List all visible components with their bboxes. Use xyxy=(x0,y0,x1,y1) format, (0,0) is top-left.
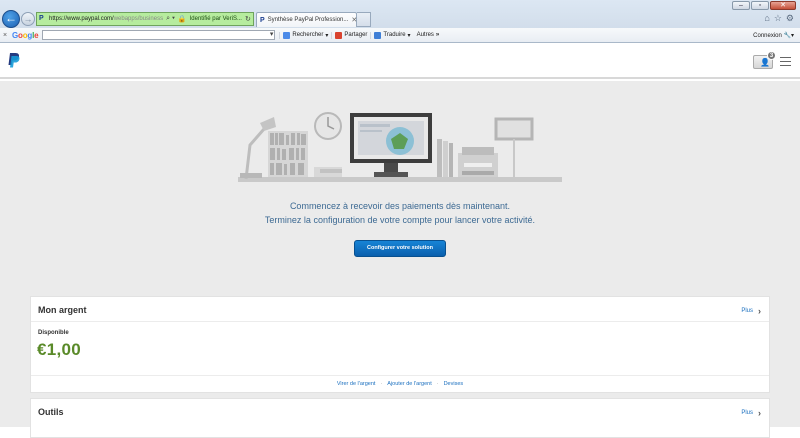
share-icon xyxy=(335,31,343,39)
autres-button[interactable]: Autres» xyxy=(414,32,443,38)
minimize-icon[interactable]: – xyxy=(732,1,750,10)
balance-amount: €1,00 xyxy=(37,340,82,359)
paypal-header: 👤 3 xyxy=(0,43,800,79)
partager-button[interactable]: Partager xyxy=(331,31,370,39)
tools-card: Outils Plus › xyxy=(30,398,770,438)
search-icon xyxy=(283,31,291,39)
onboarding-hero: Commencez à recevoir des paiements dès m… xyxy=(0,81,800,292)
my-money-card: Mon argent Plus › Disponible €1,00 Virer … xyxy=(30,296,770,393)
rechercher-label: Rechercher xyxy=(292,32,324,38)
browser-chrome: – ▫ ✕ ← → P https://www.paypal.com/webap… xyxy=(0,0,800,43)
new-tab-button[interactable] xyxy=(357,12,371,27)
paypal-logo[interactable] xyxy=(7,53,20,68)
rechercher-button[interactable]: Rechercher ▾ xyxy=(279,31,331,39)
autres-label: Autres xyxy=(416,32,434,38)
my-money-title: Mon argent xyxy=(38,305,87,315)
star-icon[interactable]: ☆ xyxy=(774,13,782,24)
address-url: https://www.paypal.com/webapps/business xyxy=(49,16,163,22)
notification-badge: 3 xyxy=(767,51,776,60)
back-button[interactable]: ← xyxy=(2,10,20,28)
office-illustration xyxy=(238,112,562,182)
home-icon[interactable]: ⌂ xyxy=(764,13,769,24)
address-bar[interactable]: P https://www.paypal.com/webapps/busines… xyxy=(36,12,254,26)
partager-label: Partager xyxy=(344,32,368,38)
address-url-main: https://www.paypal.com/ xyxy=(49,16,114,22)
refresh-icon[interactable]: ↻ xyxy=(245,15,251,23)
more-label: Plus xyxy=(741,308,753,314)
chevron-right-icon: › xyxy=(758,408,761,418)
gear-icon[interactable]: ⚙ xyxy=(786,13,794,24)
wrench-icon[interactable]: 🔧▾ xyxy=(784,33,794,39)
hero-headline: Commencez à recevoir des paiements dès m… xyxy=(289,201,511,211)
money-links: Virer de l'argent · Ajouter de l'argent · De… xyxy=(336,381,464,387)
forward-button[interactable]: → xyxy=(21,12,35,26)
close-icon[interactable]: ✕ xyxy=(770,1,796,10)
browser-right-icons: ⌂ ☆ ⚙ xyxy=(764,13,794,24)
traduire-label: Traduire xyxy=(383,32,406,38)
hero-subline: Terminez la configuration de votre compt… xyxy=(264,215,536,225)
google-search-input[interactable] xyxy=(42,30,276,40)
window-controls: – ▫ ✕ xyxy=(732,1,796,10)
available-label: Disponible xyxy=(38,330,69,336)
translate-icon xyxy=(374,31,382,39)
lock-icon[interactable]: 🔒 xyxy=(178,15,187,23)
transfer-money-link[interactable]: Virer de l'argent xyxy=(337,381,376,387)
connexion-link[interactable]: Connexion 🔧▾ xyxy=(753,32,794,39)
certificate-label[interactable]: Identifié par VeriS... xyxy=(190,16,242,22)
google-toolbar: × Google Rechercher▾ Partager Traduire▾ … xyxy=(0,28,800,42)
hamburger-menu-icon[interactable] xyxy=(780,57,791,67)
add-money-link[interactable]: Ajouter de l'argent xyxy=(387,381,431,387)
connexion-label: Connexion xyxy=(753,32,782,39)
paypal-favicon-icon: P xyxy=(39,15,44,22)
divider xyxy=(31,321,769,322)
address-url-path: webapps/business xyxy=(113,16,164,22)
configure-solution-button[interactable]: Configurer votre solution xyxy=(354,240,446,257)
toolbar-close-icon[interactable]: × xyxy=(0,32,10,39)
tools-more-link[interactable]: Plus › xyxy=(741,408,761,418)
tab-title: Synthèse PayPal Profession... xyxy=(267,17,349,23)
chevron-right-icon: › xyxy=(758,306,761,316)
currencies-link[interactable]: Devises xyxy=(444,381,464,387)
google-logo: Google xyxy=(12,30,39,40)
traduire-button[interactable]: Traduire ▾ xyxy=(370,31,413,39)
tools-title: Outils xyxy=(38,407,64,417)
maximize-icon[interactable]: ▫ xyxy=(751,1,769,10)
profile-button[interactable]: 👤 3 xyxy=(753,51,776,69)
search-dropdown-icon[interactable]: ⌕ ▾ xyxy=(166,15,175,23)
paypal-favicon-icon: P xyxy=(260,16,265,24)
tab-paypal-summary[interactable]: P Synthèse PayPal Profession... ✕ xyxy=(256,12,357,27)
my-money-more-link[interactable]: Plus › xyxy=(741,306,761,316)
more-label: Plus xyxy=(741,410,753,416)
divider xyxy=(31,375,769,376)
